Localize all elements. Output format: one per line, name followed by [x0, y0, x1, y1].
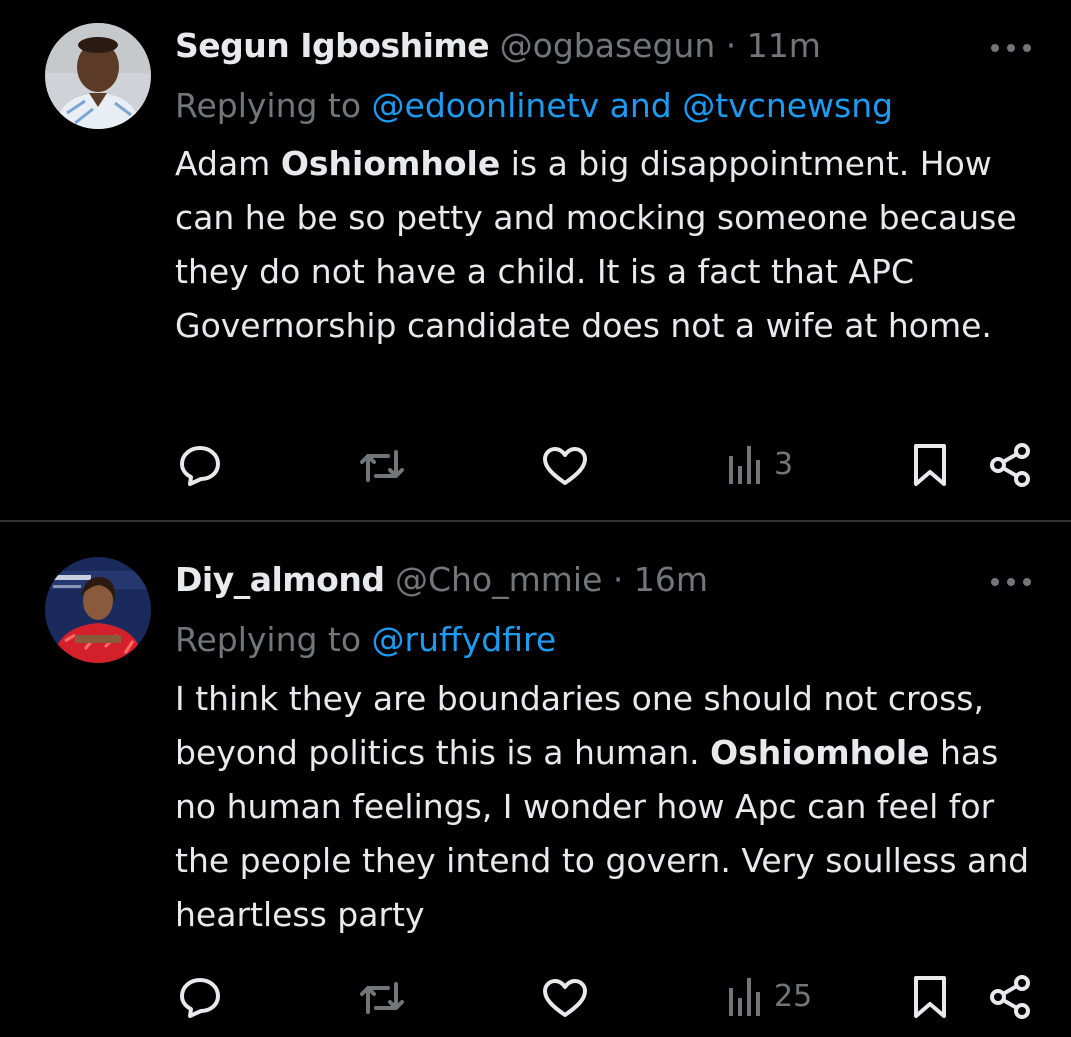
- reply-button[interactable]: [178, 444, 222, 486]
- bookmark-button[interactable]: [912, 442, 948, 488]
- replying-to: Replying to @edoonlinetv and @tvcnewsng: [175, 86, 893, 126]
- user-handle[interactable]: @Cho_mmie: [395, 560, 602, 599]
- reply-icon: [180, 446, 220, 486]
- highlighted-keyword: Oshiomhole: [710, 733, 930, 772]
- replying-to-label: Replying to: [175, 620, 362, 659]
- bookmark-button[interactable]: [912, 974, 948, 1020]
- mention-joiner[interactable]: and: [610, 86, 672, 125]
- share-icon: [990, 975, 1030, 1019]
- tweet-header: Segun Igboshime @ogbasegun · 11m: [175, 26, 821, 66]
- tweet-text: I think they are boundaries one should n…: [175, 672, 1045, 942]
- tweet[interactable]: Segun Igboshime @ogbasegun · 11m Replyin…: [0, 0, 1071, 520]
- avatar[interactable]: [45, 23, 151, 129]
- separator-dot: ·: [612, 560, 624, 599]
- reply-button[interactable]: [178, 976, 222, 1018]
- tweet-text-part: Adam: [175, 144, 281, 183]
- like-icon: [543, 447, 587, 485]
- mention-link[interactable]: @edoonlinetv: [372, 86, 600, 125]
- share-icon: [990, 443, 1030, 487]
- highlighted-keyword: Oshiomhole: [280, 144, 501, 183]
- replying-to: Replying to @ruffydfire: [175, 620, 556, 660]
- mention-link[interactable]: @ruffydfire: [372, 620, 557, 659]
- tweet-text: Adam Oshiomhole is a big disappointment.…: [175, 137, 1045, 353]
- action-bar: 25: [0, 972, 1071, 1022]
- user-handle[interactable]: @ogbasegun: [500, 26, 716, 65]
- share-button[interactable]: [988, 442, 1032, 488]
- timestamp[interactable]: 11m: [747, 26, 821, 65]
- share-button[interactable]: [988, 974, 1032, 1020]
- retweet-icon: [360, 982, 404, 1014]
- bookmark-icon: [914, 444, 946, 486]
- retweet-button[interactable]: [358, 978, 406, 1018]
- timestamp[interactable]: 16m: [634, 560, 708, 599]
- views-icon: [729, 978, 760, 1016]
- tweet-header: Diy_almond @Cho_mmie · 16m: [175, 560, 708, 600]
- views-button[interactable]: 25: [728, 974, 812, 1018]
- like-icon: [543, 979, 587, 1017]
- display-name[interactable]: Segun Igboshime: [175, 26, 490, 65]
- views-icon: [729, 446, 760, 484]
- replying-to-label: Replying to: [175, 86, 362, 125]
- views-count: 25: [774, 978, 813, 1014]
- more-icon[interactable]: [991, 574, 1031, 590]
- bookmark-icon: [914, 976, 946, 1018]
- like-button[interactable]: [542, 446, 588, 486]
- like-button[interactable]: [542, 978, 588, 1018]
- views-count: 3: [774, 446, 794, 482]
- views-button[interactable]: 3: [728, 442, 793, 486]
- retweet-icon: [360, 450, 404, 482]
- tweet[interactable]: Diy_almond @Cho_mmie · 16m Replying to @…: [0, 522, 1071, 1037]
- avatar[interactable]: [45, 557, 151, 663]
- retweet-button[interactable]: [358, 446, 406, 486]
- action-bar: 3: [0, 440, 1071, 490]
- display-name[interactable]: Diy_almond: [175, 560, 385, 599]
- separator-dot: ·: [725, 26, 737, 65]
- more-icon[interactable]: [991, 40, 1031, 56]
- reply-icon: [180, 978, 220, 1018]
- mention-link[interactable]: @tvcnewsng: [682, 86, 893, 125]
